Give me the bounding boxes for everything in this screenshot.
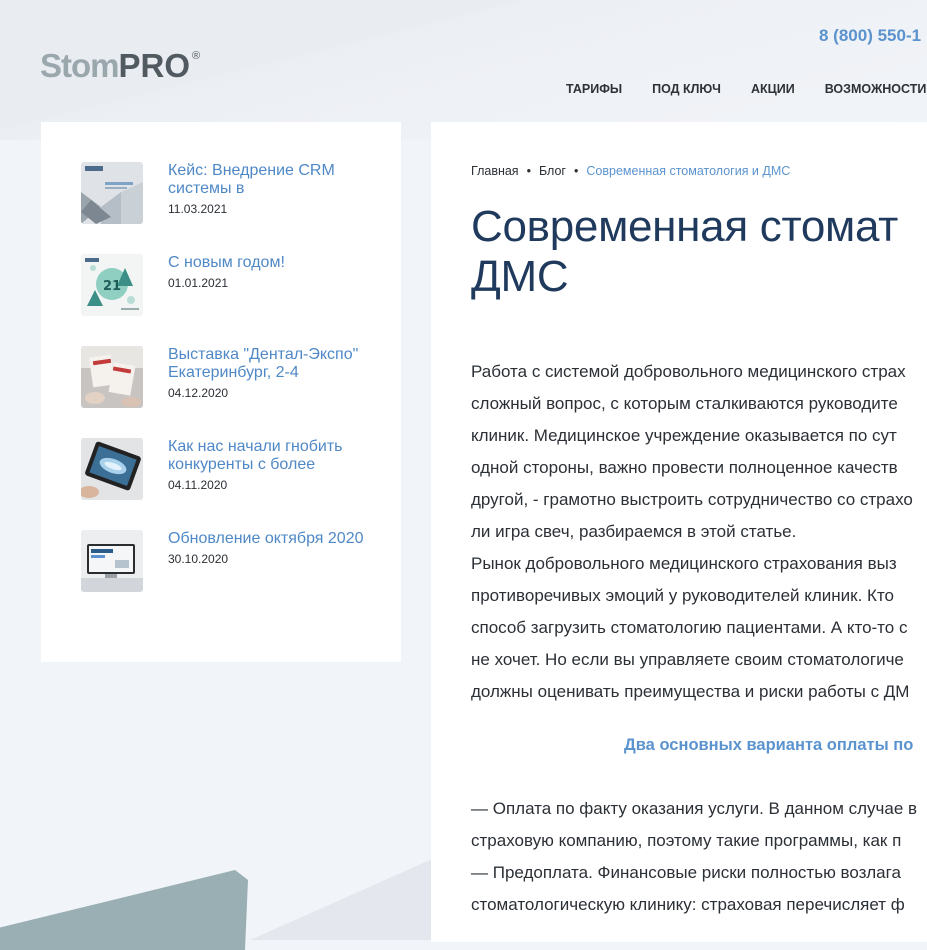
nav-item-tariffs[interactable]: ТАРИФЫ — [566, 82, 622, 96]
page-title-line: ДМС — [471, 252, 569, 301]
page-title-line: Современная стомат — [471, 202, 899, 251]
sidebar-post[interactable]: Обновление октября 2020 30.10.2020 — [81, 530, 368, 592]
article-text-line: клиник. Медицинское учреждение оказывает… — [471, 426, 897, 445]
article-text-line: противоречивых эмоций у руководителей кл… — [471, 586, 895, 605]
article-text-line: способ загрузить стоматологию пациентами… — [471, 618, 908, 637]
post-title[interactable]: Обновление октября 2020 — [168, 530, 368, 548]
sidebar-recent-posts: Кейс: Внедрение CRM системы в 11.03.2021… — [41, 122, 401, 662]
breadcrumb-separator: • — [573, 164, 579, 178]
breadcrumb: Главная • Блог • Современная стоматология и … — [471, 164, 790, 178]
post-title[interactable]: Кейс: Внедрение CRM системы в — [168, 162, 368, 198]
decorative-triangle — [0, 870, 248, 950]
article-text-line: другой, - грамотно выстроить сотрудничес… — [471, 490, 913, 509]
post-date: 30.10.2020 — [168, 552, 229, 566]
post-date: 04.11.2020 — [168, 478, 228, 492]
post-title[interactable]: Как нас начали гнобить конкуренты с боле… — [168, 438, 368, 474]
logo-stom: Stom — [40, 47, 119, 84]
new-year-2021-thumbnail[interactable]: 21 — [81, 254, 143, 316]
svg-text:21: 21 — [103, 279, 121, 294]
breadcrumb-current: Современная стоматология и ДМС — [586, 164, 791, 178]
article-text-line: Рынок добровольного медицинского страхов… — [471, 554, 897, 573]
article-text-line: одной стороны, важно провести полноценно… — [471, 458, 898, 477]
article-body: Работа с системой добровольного медицинс… — [471, 356, 927, 708]
nav-item-promotions[interactable]: АКЦИИ — [751, 82, 795, 96]
article-body-2: — Оплата по факту оказания услуги. В дан… — [471, 793, 927, 921]
sidebar-post[interactable]: Кейс: Внедрение CRM системы в 11.03.2021 — [81, 162, 368, 224]
logo[interactable]: Stom PRO ® — [40, 48, 200, 84]
page-title: Современная стомат ДМС — [471, 202, 927, 302]
post-title[interactable]: С новым годом! — [168, 254, 368, 272]
article-text-line: страховую компанию, поэтому такие програ… — [471, 831, 902, 850]
article-text-line: должны оценивать преимущества и риски ра… — [471, 682, 910, 701]
article-text-line: Работа с системой добровольного медицинс… — [471, 362, 906, 381]
post-title[interactable]: Выставка "Дентал-Экспо" Екатеринбург, 2-… — [168, 346, 368, 382]
main-nav: ТАРИФЫ ПОД КЛЮЧ АКЦИИ ВОЗМОЖНОСТИ — [566, 82, 927, 96]
crm-case-thumbnail[interactable] — [81, 162, 143, 224]
dental-expo-thumbnail[interactable] — [81, 346, 143, 408]
nav-item-turnkey[interactable]: ПОД КЛЮЧ — [652, 82, 721, 96]
article-subheading: Два основных варианта оплаты по — [624, 736, 914, 754]
article-text-line: — Оплата по факту оказания услуги. В дан… — [471, 799, 918, 818]
phone-number[interactable]: 8 (800) 550-1 — [819, 26, 921, 46]
breadcrumb-separator: • — [526, 164, 531, 178]
sidebar-post[interactable]: Выставка "Дентал-Экспо" Екатеринбург, 2-… — [81, 346, 368, 408]
sidebar-post[interactable]: Как нас начали гнобить конкуренты с боле… — [81, 438, 368, 500]
article-main: Главная • Блог • Современная стоматология и … — [431, 122, 927, 942]
october-update-thumbnail[interactable] — [81, 530, 143, 592]
article-text-line: — Предоплата. Финансовые риски полностью… — [471, 863, 901, 882]
article-text-line: ли игра свеч, разбираемся в этой статье. — [471, 522, 797, 541]
article-text-line: сложный вопрос, с которым сталкиваются р… — [471, 394, 898, 413]
xray-tablet-thumbnail[interactable] — [81, 438, 143, 500]
sidebar-post[interactable]: 21 С новым годом! 01.01.2021 — [81, 254, 368, 316]
logo-registered-mark: ® — [192, 50, 201, 62]
breadcrumb-blog[interactable]: Блог — [539, 164, 566, 178]
logo-pro: PRO — [118, 47, 191, 84]
article-text-line: не хочет. Но если вы управляете своим ст… — [471, 650, 904, 669]
nav-item-features[interactable]: ВОЗМОЖНОСТИ — [825, 82, 927, 96]
article-text-line: стоматологическую клинику: страховая пер… — [471, 895, 905, 914]
decorative-shape-light — [250, 860, 450, 940]
post-date: 01.01.2021 — [168, 276, 229, 290]
breadcrumb-home[interactable]: Главная — [471, 164, 519, 178]
post-date: 11.03.2021 — [168, 202, 228, 216]
post-date: 04.12.2020 — [168, 386, 229, 400]
